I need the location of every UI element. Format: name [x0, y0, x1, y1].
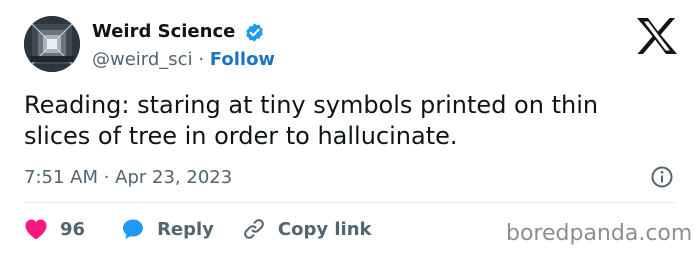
- avatar[interactable]: [24, 16, 80, 72]
- copy-link-button[interactable]: Copy link: [242, 217, 372, 241]
- tweet-timestamp[interactable]: 7:51 AM · Apr 23, 2023: [24, 166, 232, 190]
- reply-button[interactable]: Reply: [121, 217, 214, 241]
- verified-badge-icon: [246, 23, 263, 42]
- copy-link-label: Copy link: [277, 218, 372, 240]
- separator-dot: ·: [198, 49, 205, 70]
- handle-row: @weird_sci · Follow: [92, 48, 275, 72]
- tweet-text: Reading: staring at tiny symbols printed…: [24, 91, 599, 150]
- reply-bubble-icon: [123, 219, 144, 239]
- divider: [24, 202, 676, 203]
- avatar-tunnel-image: [24, 16, 80, 72]
- x-logo-icon[interactable]: [635, 16, 679, 56]
- profile-handle[interactable]: @weird_sci: [92, 49, 193, 70]
- like-button[interactable]: 96: [24, 218, 85, 240]
- link-icon: [244, 219, 264, 239]
- reply-label: Reply: [157, 218, 214, 240]
- follow-button[interactable]: Follow: [210, 49, 275, 70]
- like-count: 96: [60, 218, 86, 240]
- heart-icon: [25, 219, 47, 240]
- info-icon[interactable]: [650, 165, 674, 189]
- profile-name[interactable]: Weird Science: [92, 20, 235, 44]
- watermark: boredpanda.com: [506, 221, 693, 246]
- action-bar: 96 Reply Copy link: [24, 216, 400, 242]
